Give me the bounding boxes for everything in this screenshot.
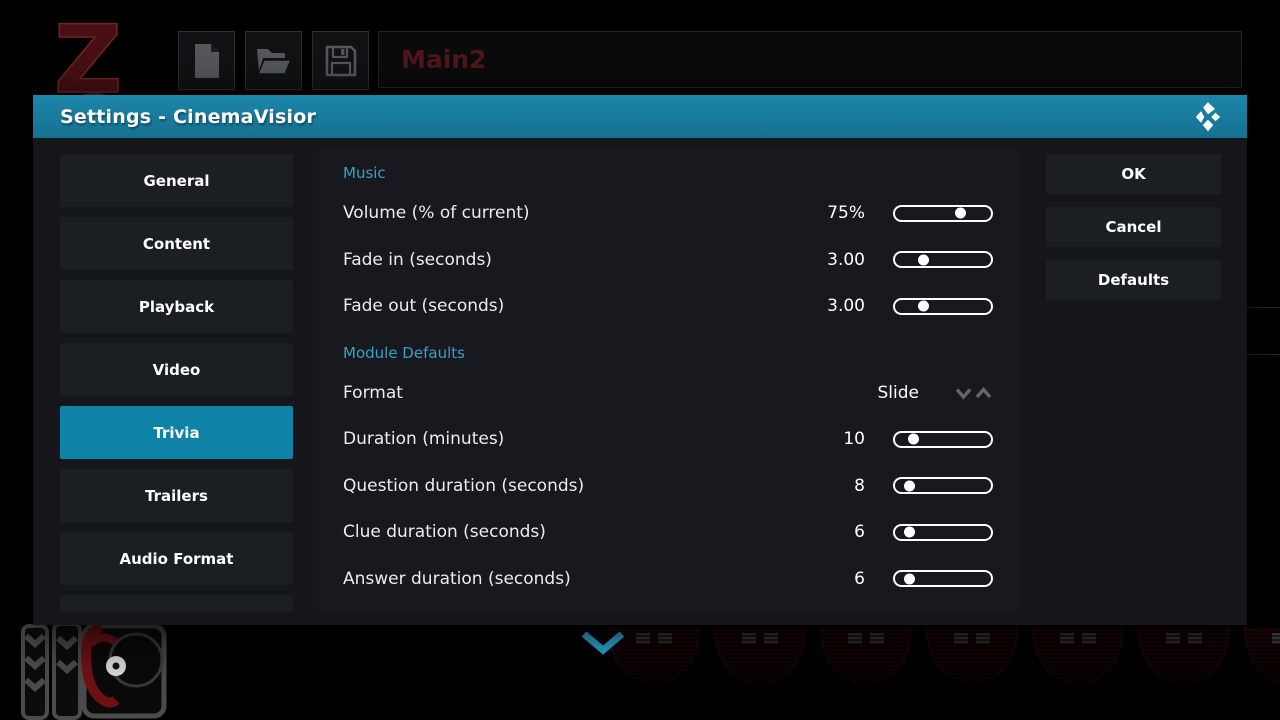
setting-value: Slide: [878, 383, 920, 403]
setting-row: Fade out (seconds)3.00: [343, 283, 993, 330]
setting-row: Duration (minutes)10: [343, 416, 993, 463]
setting-row: Volume (% of current)75%: [343, 190, 993, 237]
theater-seat: [1032, 627, 1124, 685]
filename-field[interactable]: Main2: [378, 31, 1242, 88]
open-folder-icon: [255, 45, 293, 77]
setting-row: Answer duration (seconds)6: [343, 556, 993, 603]
background-edge-box: [1244, 307, 1280, 355]
save-icon: [324, 44, 358, 78]
filename-value: Main2: [401, 45, 487, 74]
sidebar-item-audio-format[interactable]: Audio Format: [60, 532, 293, 585]
slider[interactable]: [893, 431, 993, 448]
more-below-chevron-icon[interactable]: [581, 631, 625, 655]
action-button-label: Cancel: [1105, 218, 1161, 236]
theater-seat: [714, 627, 806, 685]
sidebar-item-general[interactable]: General: [60, 154, 293, 207]
setting-label: Fade in (seconds): [343, 250, 827, 270]
sidebar-item-label: Trivia: [153, 424, 199, 442]
sidebar-item-content[interactable]: Content: [60, 217, 293, 270]
setting-row: Question duration (seconds)8: [343, 463, 993, 510]
action-buttons: OK Cancel Defaults: [1046, 154, 1221, 313]
setting-label: Answer duration (seconds): [343, 569, 854, 589]
defaults-button[interactable]: Defaults: [1046, 260, 1221, 300]
slider-knob[interactable]: [904, 527, 915, 538]
slider-knob[interactable]: [918, 301, 929, 312]
dialog-titlebar: Settings - CinemaVisior: [33, 95, 1247, 138]
setting-value: 75%: [827, 203, 865, 223]
sidebar-item-playback[interactable]: Playback: [60, 280, 293, 333]
spinner-down-icon[interactable]: [955, 386, 972, 400]
theater-seats-artwork: [608, 627, 1280, 720]
ok-button[interactable]: OK: [1046, 154, 1221, 194]
theater-seat: [820, 627, 912, 685]
sidebar-item-trivia[interactable]: Trivia: [60, 406, 293, 459]
kodi-logo-icon: [1191, 100, 1225, 134]
sidebar-item-trailers[interactable]: Trailers: [60, 469, 293, 522]
setting-value: 3.00: [827, 250, 865, 270]
slider[interactable]: [893, 298, 993, 315]
sidebar-item-label: Playback: [139, 298, 214, 316]
spinner-up-icon[interactable]: [975, 386, 992, 400]
sidebar-item-label: Audio Format: [120, 550, 234, 568]
setting-value: 8: [854, 476, 865, 496]
slider[interactable]: [893, 205, 993, 222]
setting-label: Question duration (seconds): [343, 476, 854, 496]
setting-label: Clue duration (seconds): [343, 522, 854, 542]
slider-knob[interactable]: [918, 254, 929, 265]
sidebar-item-video[interactable]: Video: [60, 343, 293, 396]
cancel-button[interactable]: Cancel: [1046, 207, 1221, 247]
theater-seat: [1244, 627, 1280, 685]
slider[interactable]: [893, 251, 993, 268]
setting-value: 6: [854, 569, 865, 589]
slider[interactable]: [893, 477, 993, 494]
action-button-label: OK: [1121, 165, 1145, 183]
setting-label: Duration (minutes): [343, 429, 843, 449]
theater-seat: [926, 627, 1018, 685]
section-header: Module Defaults: [343, 330, 993, 370]
film-strip-artwork: [20, 622, 170, 720]
slider-knob[interactable]: [908, 434, 919, 445]
setting-row: Fade in (seconds)3.00: [343, 237, 993, 284]
save-button[interactable]: [312, 31, 369, 90]
settings-dialog: Settings - CinemaVisior General Content Pl…: [33, 95, 1247, 625]
dialog-title: Settings - CinemaVisior: [60, 106, 316, 128]
slider[interactable]: [893, 524, 993, 541]
sidebar-item-label: Trailers: [145, 487, 208, 505]
sidebar: General Content Playback Video Trivia Trailer…: [60, 154, 293, 612]
setting-value: 6: [854, 522, 865, 542]
slider[interactable]: [893, 570, 993, 587]
slider-knob[interactable]: [904, 480, 915, 491]
setting-label: Format: [343, 383, 878, 403]
setting-row: FormatSlide: [343, 370, 993, 417]
sidebar-item-hidden[interactable]: [60, 595, 293, 612]
setting-value: 10: [843, 429, 865, 449]
open-folder-button[interactable]: [245, 31, 302, 90]
setting-row: Clue duration (seconds)6: [343, 509, 993, 556]
slider-knob[interactable]: [904, 573, 915, 584]
theater-seat: [1138, 627, 1230, 685]
settings-panel: MusicVolume (% of current)75%Fade in (se…: [313, 150, 1020, 610]
sidebar-item-label: General: [144, 172, 210, 190]
new-file-button[interactable]: [178, 31, 235, 90]
section-header: Music: [343, 150, 993, 190]
format-spinner[interactable]: [955, 386, 993, 400]
setting-label: Fade out (seconds): [343, 296, 827, 316]
setting-label: Volume (% of current): [343, 203, 827, 223]
setting-value: 3.00: [827, 296, 865, 316]
new-file-icon: [191, 43, 223, 79]
sidebar-item-label: Video: [153, 361, 201, 379]
sidebar-item-label: Content: [143, 235, 210, 253]
action-button-label: Defaults: [1098, 271, 1169, 289]
slider-knob[interactable]: [955, 208, 966, 219]
